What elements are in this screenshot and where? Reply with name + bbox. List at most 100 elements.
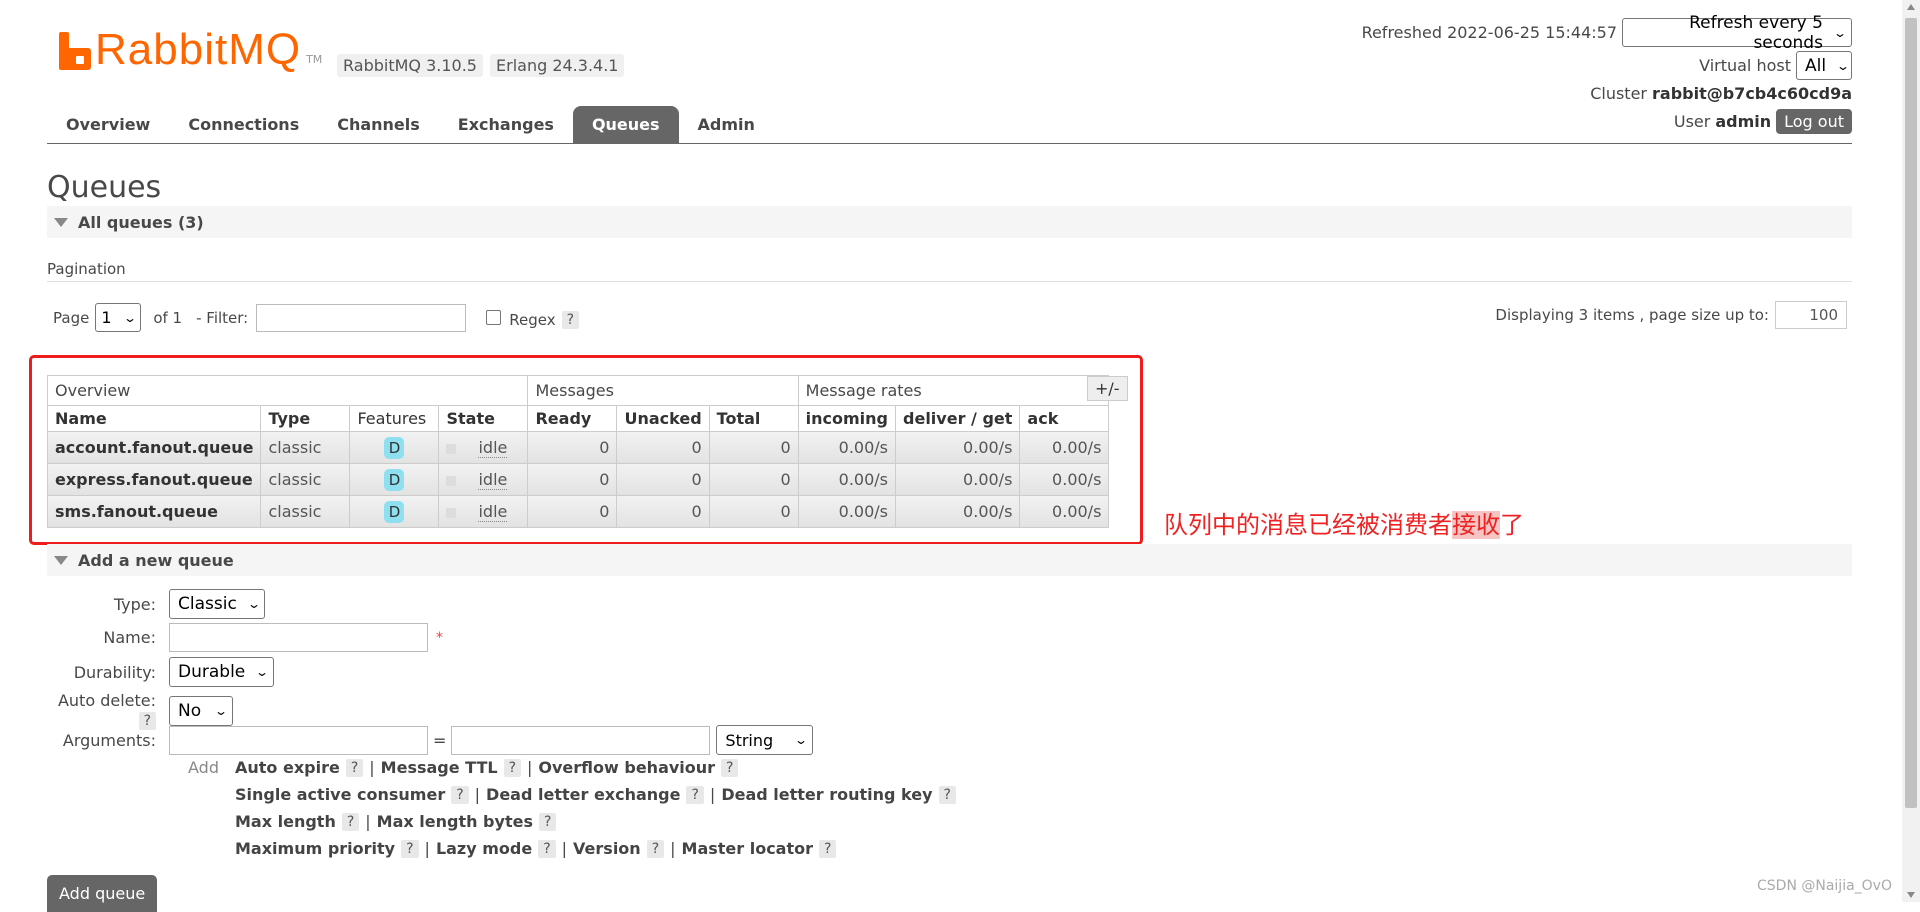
displaying-text: Displaying 3 items , page size up to: (1495, 306, 1769, 324)
arg-auto-expire-link[interactable]: Auto expire (235, 758, 340, 777)
help-icon[interactable]: ? (451, 785, 469, 804)
arg-max-length-bytes-link[interactable]: Max length bytes (377, 812, 533, 831)
tab-overview[interactable]: Overview (47, 106, 169, 143)
table-row: account.fanout.queue classic D idle 0 0 … (46, 431, 1110, 464)
queue-state: idle (478, 470, 508, 490)
scroll-up-arrow-icon[interactable] (1907, 4, 1915, 10)
help-icon[interactable]: ? (938, 785, 956, 804)
scroll-down-arrow-icon[interactable] (1907, 892, 1915, 898)
state-indicator-icon (446, 475, 457, 486)
rabbit-logo-icon (59, 32, 91, 70)
arg-message-ttl-link[interactable]: Message TTL (381, 758, 498, 777)
column-header-ack[interactable]: ack (1019, 405, 1110, 432)
chevron-down-icon: ⌄ (794, 733, 809, 747)
arg-max-length-link[interactable]: Max length (235, 812, 336, 831)
help-icon[interactable]: ? (721, 758, 739, 777)
help-icon[interactable]: ? (538, 839, 556, 858)
arg-lazy-mode-link[interactable]: Lazy mode (436, 839, 532, 858)
rabbitmq-logo[interactable]: RabbitMQ TM (59, 28, 323, 72)
queue-name-link[interactable]: sms.fanout.queue (46, 495, 262, 528)
column-header-deliver-get[interactable]: deliver / get (895, 405, 1021, 432)
column-header-unacked[interactable]: Unacked (616, 405, 710, 432)
help-icon[interactable]: ? (538, 812, 557, 831)
tab-connections[interactable]: Connections (169, 106, 318, 143)
messages-unacked: 0 (616, 431, 710, 464)
displaying-info: Displaying 3 items , page size up to: 10… (1495, 301, 1847, 329)
virtual-host-value: All (1805, 55, 1827, 76)
queue-type-select[interactable]: Classic ⌄ (169, 589, 265, 619)
auto-delete-select[interactable]: No ⌄ (169, 695, 233, 726)
argument-type-select[interactable]: String ⌄ (716, 725, 814, 755)
tab-exchanges[interactable]: Exchanges (439, 106, 573, 143)
arg-master-locator-link[interactable]: Master locator (682, 839, 814, 858)
regex-help-icon[interactable]: ? (561, 310, 580, 329)
queue-name-link[interactable]: account.fanout.queue (46, 431, 262, 464)
tab-channels[interactable]: Channels (318, 106, 439, 143)
column-header-name[interactable]: Name (46, 405, 262, 432)
durability-select[interactable]: Durable ⌄ (169, 657, 274, 687)
column-header-total[interactable]: Total (708, 405, 799, 432)
arg-overflow-behaviour-link[interactable]: Overflow behaviour (538, 758, 715, 777)
argument-shortcuts-row: Auto expire ? | Message TTL ? | Overflow… (235, 758, 739, 777)
refresh-interval-select[interactable]: Refresh every 5 seconds ⌄ (1622, 13, 1852, 53)
queue-name-input[interactable] (169, 623, 428, 652)
argument-key-input[interactable] (169, 725, 428, 755)
form-row-type: Type: Classic ⌄ (47, 589, 265, 619)
all-queues-section-toggle[interactable]: All queues (3) (47, 206, 1852, 238)
arg-dead-letter-exchange-link[interactable]: Dead letter exchange (486, 785, 680, 804)
rate-incoming: 0.00/s (797, 463, 897, 496)
all-queues-heading: All queues (3) (78, 212, 204, 232)
arg-version-link[interactable]: Version (573, 839, 641, 858)
argument-value-input[interactable] (451, 725, 711, 755)
argument-shortcuts-row: Single active consumer ? | Dead letter e… (235, 785, 956, 804)
page-select[interactable]: 1 ⌄ (95, 303, 142, 332)
arg-dead-letter-routing-key-link[interactable]: Dead letter routing key (721, 785, 932, 804)
arg-single-active-consumer-link[interactable]: Single active consumer (235, 785, 445, 804)
page-size-input[interactable]: 100 (1775, 301, 1847, 329)
add-queue-heading: Add a new queue (78, 550, 234, 570)
virtual-host-select[interactable]: All ⌄ (1796, 51, 1852, 80)
regex-checkbox[interactable] (486, 310, 502, 325)
column-header-incoming[interactable]: incoming (797, 405, 897, 432)
rate-deliver-get: 0.00/s (895, 463, 1021, 496)
messages-ready: 0 (527, 463, 618, 496)
column-header-type[interactable]: Type (260, 405, 351, 432)
column-toggle-button[interactable]: +/- (1087, 376, 1128, 401)
durability-label: Durability: (73, 662, 156, 682)
annotation-highlight: 接收 (1452, 511, 1500, 539)
help-icon[interactable]: ? (341, 812, 360, 831)
auto-delete-text: Auto delete: (57, 691, 156, 710)
filter-input[interactable] (256, 303, 467, 332)
type-label: Type: (113, 594, 156, 614)
form-row-durability: Durability: Durable ⌄ (47, 657, 274, 687)
column-header-ready[interactable]: Ready (527, 405, 618, 432)
vertical-scrollbar[interactable] (1902, 0, 1920, 902)
tab-admin[interactable]: Admin (679, 106, 774, 143)
rabbitmq-version: RabbitMQ 3.10.5 (337, 54, 483, 77)
help-icon[interactable]: ? (503, 758, 521, 777)
queue-name-link[interactable]: express.fanout.queue (46, 463, 262, 496)
add-queue-button[interactable]: Add queue (47, 875, 158, 912)
add-queue-section-toggle[interactable]: Add a new queue (47, 544, 1852, 576)
argument-type-value: String (725, 730, 774, 750)
tab-queues[interactable]: Queues (572, 106, 679, 143)
messages-ready: 0 (527, 431, 618, 464)
separator: | (365, 812, 371, 831)
help-icon[interactable]: ? (819, 839, 837, 858)
group-header-messages: Messages (527, 375, 799, 406)
collapse-triangle-icon (54, 555, 68, 565)
help-icon[interactable]: ? (646, 839, 665, 858)
brand-tm: TM (306, 53, 323, 66)
messages-total: 0 (708, 495, 799, 528)
arg-maximum-priority-link[interactable]: Maximum priority (235, 839, 395, 858)
help-icon[interactable]: ? (345, 758, 364, 777)
help-icon[interactable]: ? (401, 839, 419, 858)
scrollbar-thumb[interactable] (1905, 18, 1917, 808)
annotation-text: 队列中的消息已经被消费者接收了 (1164, 505, 1524, 540)
help-icon[interactable]: ? (686, 785, 704, 804)
page-title: Queues (47, 170, 162, 205)
rate-deliver-get: 0.00/s (895, 431, 1021, 464)
watermark: CSDN @Naijia_OvO (1757, 878, 1892, 894)
column-header-state[interactable]: State (438, 405, 529, 432)
chevron-down-icon: ⌄ (1836, 58, 1851, 73)
